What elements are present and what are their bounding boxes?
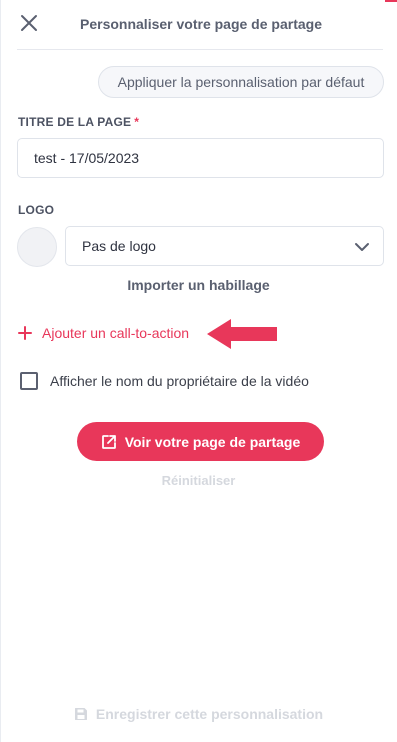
import-skin-link[interactable]: Importer un habillage	[0, 277, 397, 293]
add-cta-link[interactable]: Ajouter un call-to-action	[18, 323, 189, 343]
close-button[interactable]	[18, 12, 40, 34]
view-share-page-button[interactable]: Voir votre page de partage	[77, 422, 324, 461]
add-cta-label: Ajouter un call-to-action	[42, 325, 190, 341]
page-title-label-text: TITRE DE LA PAGE	[18, 115, 132, 129]
plus-icon	[18, 326, 32, 340]
show-owner-label: Afficher le nom du propriétaire de la vi…	[50, 373, 309, 389]
panel-left-border	[0, 0, 1, 742]
page-title-label: TITRE DE LA PAGE *	[18, 115, 139, 129]
show-owner-checkbox[interactable]	[20, 372, 38, 390]
external-link-icon	[101, 434, 116, 449]
view-share-page-label: Voir votre page de partage	[124, 433, 301, 450]
page-title-input[interactable]	[17, 138, 384, 178]
reset-link[interactable]: Réinitialiser	[0, 473, 397, 488]
logo-label: LOGO	[18, 203, 55, 217]
logo-select[interactable]: Pas de logo	[65, 226, 384, 266]
panel-header: Personnaliser votre page de partage	[0, 0, 397, 50]
chevron-down-icon	[355, 243, 369, 251]
save-icon	[74, 708, 87, 720]
annotation-arrow-icon	[207, 319, 277, 349]
logo-select-value: Pas de logo	[82, 238, 156, 254]
logo-preview	[17, 227, 57, 267]
panel-title: Personnaliser votre page de partage	[80, 16, 322, 32]
apply-default-button[interactable]: Appliquer la personnalisation par défaut	[98, 66, 384, 98]
close-icon	[21, 15, 37, 31]
show-owner-option[interactable]: Afficher le nom du propriétaire de la vi…	[20, 372, 309, 390]
save-customization-button[interactable]: Enregistrer cette personnalisation	[0, 706, 397, 722]
save-customization-label: Enregistrer cette personnalisation	[95, 706, 324, 722]
header-divider	[17, 49, 383, 50]
required-mark: *	[134, 115, 140, 129]
